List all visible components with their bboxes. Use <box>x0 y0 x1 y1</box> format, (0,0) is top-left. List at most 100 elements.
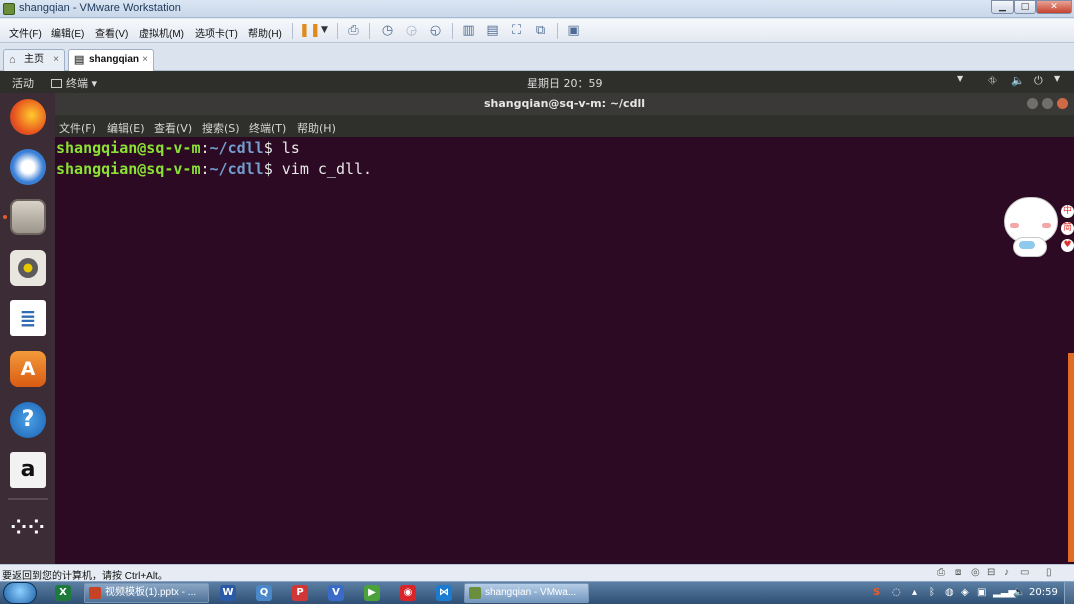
cd-drive-icon[interactable]: ◎ <box>971 567 980 578</box>
system-clock[interactable]: 星期日 20：59 <box>527 75 603 91</box>
terminal-menu-search[interactable]: 搜索(S) <box>202 120 240 136</box>
volume-icon[interactable]: 🔈 <box>1013 587 1025 598</box>
power-icon[interactable]: ⏻ <box>1034 74 1043 88</box>
close-button[interactable]: ✕ <box>1036 0 1072 14</box>
sogou-ime-icon[interactable]: S <box>873 587 880 598</box>
vm-display[interactable]: 活动 终端 ▾ 星期日 20：59 ▼ ⛗ 🔈 ⏻ ▼ ≣ A ? a ⁘⁘ s… <box>0 71 1074 564</box>
mascot-sticker: 中 简 ♥ <box>1001 195 1074 261</box>
qq-icon[interactable]: Q <box>256 585 272 601</box>
tab-bar: ⌂ 主页 × ▤ shangqian × <box>0 44 1074 71</box>
show-hidden-icons[interactable]: ▴ <box>912 587 917 598</box>
home-icon: ⌂ <box>9 54 16 66</box>
writer-icon[interactable]: ≣ <box>10 300 46 336</box>
terminal-output[interactable]: shangqian@sq-v-m:~/cdll$ ls shangqian@sq… <box>55 137 1074 564</box>
help-icon[interactable]: ? <box>10 402 46 438</box>
visio-icon[interactable]: V <box>328 585 344 601</box>
tray-icon[interactable]: ◍ <box>945 587 954 598</box>
close-icon[interactable] <box>1057 98 1068 109</box>
menu-file[interactable]: 文件(F) <box>9 25 42 40</box>
menu-view[interactable]: 查看(V) <box>95 25 128 40</box>
toolbar-separator <box>369 23 370 39</box>
chevron-down-icon[interactable]: ▼ <box>1054 74 1060 83</box>
menu-edit[interactable]: 编辑(E) <box>51 25 84 40</box>
software-center-icon[interactable]: A <box>10 351 46 387</box>
sound-device-icon[interactable]: ♪ <box>1004 567 1009 578</box>
netease-music-icon[interactable]: ◉ <box>400 585 416 601</box>
menubar: 文件(F) 编辑(E) 查看(V) 虚拟机(M) 选项卡(T) 帮助(H) ❚❚… <box>0 19 1074 43</box>
tab-close-icon[interactable]: × <box>53 50 59 70</box>
printer-icon[interactable]: ⎙ <box>937 567 945 578</box>
snapshot-icon[interactable]: ◷ <box>379 22 396 39</box>
vmware-app-icon <box>3 3 15 15</box>
gnome-top-bar: 活动 终端 ▾ 星期日 20：59 ▼ ⛗ 🔈 ⏻ ▼ <box>0 71 1074 93</box>
toolbar-separator <box>557 23 558 39</box>
send-ctrl-alt-del-icon[interactable]: ⎙ <box>345 22 362 39</box>
message-log-icon[interactable]: ▯ <box>1046 567 1052 578</box>
firefox-icon[interactable] <box>10 99 46 135</box>
display-icon[interactable]: ▭ <box>1020 567 1029 578</box>
menu-help[interactable]: 帮助(H) <box>248 25 282 40</box>
unity-icon[interactable]: ⧉ <box>532 22 549 39</box>
app-menu[interactable]: 终端 ▾ <box>51 75 97 91</box>
minimize-button[interactable]: ▁ <box>991 0 1014 14</box>
excel-icon[interactable]: X <box>55 585 71 601</box>
terminal-menu-edit[interactable]: 编辑(E) <box>107 120 145 136</box>
terminal-menu-terminal[interactable]: 终端(T) <box>249 120 286 136</box>
terminal-menu-file[interactable]: 文件(F) <box>59 120 96 136</box>
tray-icon[interactable]: ◌ <box>892 587 901 598</box>
tray-icon[interactable]: ◈ <box>961 587 969 598</box>
minimize-icon[interactable] <box>1027 98 1038 109</box>
taskbar-clock[interactable]: 20:59 <box>1029 587 1058 598</box>
app-menu-label: 终端 ▾ <box>66 77 98 90</box>
bluetooth-icon[interactable]: ᛒ <box>929 587 935 598</box>
menu-vm[interactable]: 虚拟机(M) <box>139 25 184 40</box>
rhythmbox-icon[interactable] <box>10 250 46 286</box>
vscode-icon[interactable]: ⋈ <box>436 585 452 601</box>
start-button[interactable] <box>3 582 37 604</box>
snapshot-manager-icon[interactable]: ◵ <box>427 22 444 39</box>
sidebar-toggle-icon[interactable]: ▥ <box>460 22 477 39</box>
taskbar-ppt[interactable]: 视频模板(1).pptx - ... <box>84 583 209 603</box>
app-icon[interactable]: P <box>292 585 308 601</box>
status-bar: 要返回到您的计算机，请按 Ctrl+Alt。 ⎙ ⧈ ◎ ⊟ ♪ ▭ ▯ <box>0 564 1074 582</box>
thunderbird-icon[interactable] <box>10 149 46 185</box>
command-text: $ vim c_dll. <box>263 160 373 178</box>
terminal-line: shangqian@sq-v-m:~/cdll$ vim c_dll. <box>56 160 372 178</box>
media-player-icon[interactable]: ▶ <box>364 585 380 601</box>
amazon-icon[interactable]: a <box>10 452 46 488</box>
prompt-colon: : <box>200 160 210 178</box>
tab-shangqian[interactable]: ▤ shangqian × <box>68 49 154 71</box>
console-view-icon[interactable]: ▣ <box>565 22 582 39</box>
maximize-icon[interactable] <box>1042 98 1053 109</box>
show-desktop-button[interactable] <box>1064 582 1074 604</box>
chevron-down-icon[interactable]: ▼ <box>957 74 963 83</box>
prompt-user: shangqian@sq-v-m <box>56 160 201 178</box>
thumbnail-bar-icon[interactable]: ▤ <box>484 22 501 39</box>
tab-label: 主页 <box>24 54 44 65</box>
revert-snapshot-icon[interactable]: ◶ <box>403 22 420 39</box>
network-icon[interactable]: ⛗ <box>988 74 997 88</box>
chevron-down-icon[interactable]: ▼ <box>316 22 333 39</box>
taskbar-vmware[interactable]: shangqian - VMwa... <box>464 583 589 603</box>
vmware-tray-icon[interactable]: ▣ <box>977 587 986 598</box>
maximize-button[interactable]: □ <box>1014 0 1036 14</box>
volume-icon[interactable]: 🔈 <box>1011 74 1025 87</box>
files-icon[interactable] <box>10 199 46 235</box>
fullscreen-icon[interactable]: ⛶ <box>508 22 525 39</box>
show-apps-icon[interactable]: ⁘⁘ <box>10 517 46 556</box>
tab-label: shangqian <box>89 54 140 65</box>
terminal-menu-help[interactable]: 帮助(H) <box>297 120 336 136</box>
terminal-menu-view[interactable]: 查看(V) <box>154 120 192 136</box>
vm-icon: ▤ <box>74 54 85 66</box>
terminal-window[interactable]: shangqian@sq-v-m: ~/cdll 文件(F) 编辑(E) 查看(… <box>55 93 1074 564</box>
usb-icon[interactable]: ⊟ <box>987 567 995 578</box>
word-icon[interactable]: W <box>220 585 236 601</box>
network-adapter-icon[interactable]: ⧈ <box>955 567 961 578</box>
terminal-titlebar: shangqian@sq-v-m: ~/cdll <box>55 93 1074 115</box>
menu-tabs[interactable]: 选项卡(T) <box>195 25 238 40</box>
activities-button[interactable]: 活动 <box>12 75 34 91</box>
tab-close-icon[interactable]: × <box>142 50 148 70</box>
tab-home[interactable]: ⌂ 主页 × <box>3 49 65 71</box>
pause-icon[interactable]: ❚❚ <box>299 22 321 39</box>
terminal-scrollbar[interactable] <box>1068 353 1074 562</box>
